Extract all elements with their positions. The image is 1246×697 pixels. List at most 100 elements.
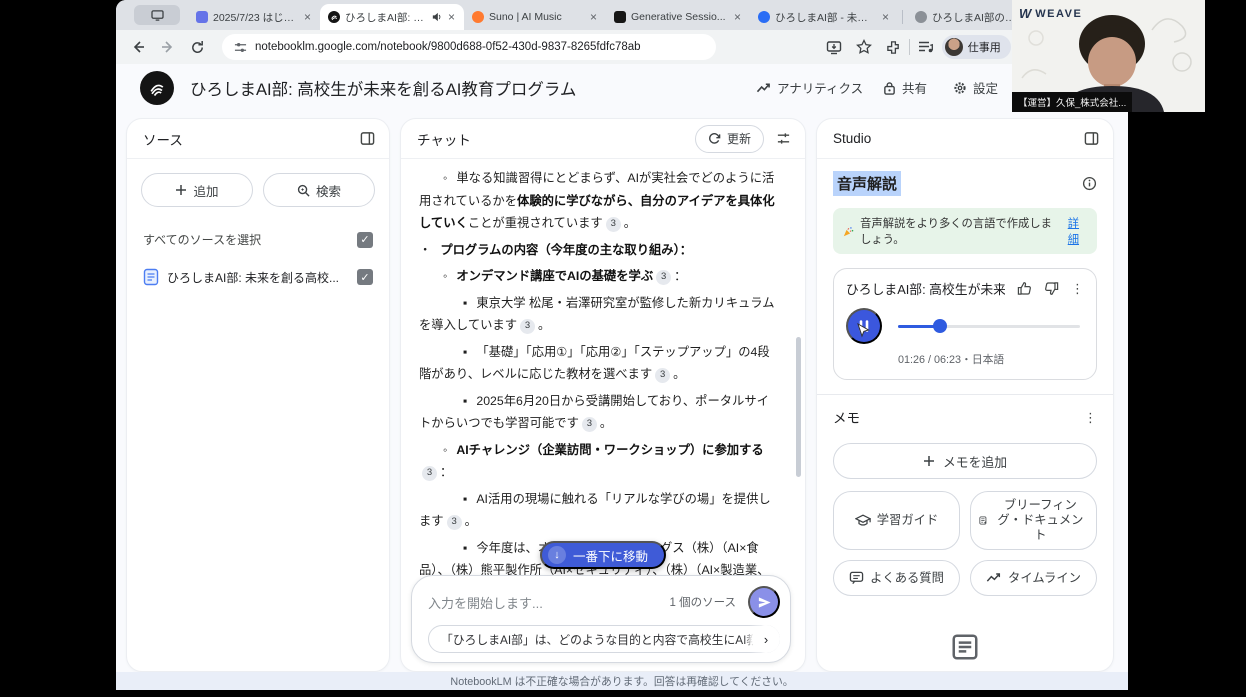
- banner-details-link[interactable]: 詳細: [1068, 215, 1087, 247]
- tab-3[interactable]: Suno | AI Music ×: [464, 4, 606, 30]
- tab-5[interactable]: ひろしまAI部 - 未来... ×: [750, 4, 898, 30]
- notes-more-options-icon[interactable]: ⋮: [1084, 411, 1097, 424]
- bullet-marker: ◦: [443, 442, 448, 457]
- briefing-doc-button[interactable]: ブリーフィング・ドキュメント: [970, 491, 1097, 550]
- save-to-device-icon[interactable]: [826, 40, 842, 55]
- select-all-checkbox[interactable]: ✓: [357, 231, 373, 248]
- discover-sources-button[interactable]: 検索: [263, 173, 375, 207]
- tab-1[interactable]: 2025/7/23 はじめて ×: [188, 4, 320, 30]
- tab-title: ひろしまAI部の紹介: [932, 11, 1019, 24]
- sources-actions: 追加 検索: [127, 159, 389, 207]
- source-checkbox[interactable]: ✓: [357, 269, 373, 285]
- chat-scrollbar[interactable]: [796, 337, 801, 477]
- tab-close-icon[interactable]: ×: [881, 11, 890, 23]
- timeline-button[interactable]: タイムライン: [970, 560, 1097, 596]
- tab-title: Suno | AI Music: [489, 11, 562, 23]
- chat-messages: ◦ 単なる知識習得にとどまらず、AIが実社会でどのように活用されているかを体験的に…: [401, 159, 805, 575]
- back-icon[interactable]: [130, 39, 146, 55]
- share-button[interactable]: 共有: [883, 78, 927, 97]
- citation-badge[interactable]: 3: [655, 367, 671, 383]
- bullet-marker: ▪: [463, 393, 468, 408]
- gear-icon: [954, 81, 966, 94]
- chat-panel-header: チャット 更新: [401, 119, 805, 159]
- reload-icon[interactable]: [190, 40, 205, 55]
- site-settings-tune-icon[interactable]: [234, 41, 247, 54]
- sources-panel: ソース 追加 検索 すべてのソースを選択 ✓ ひろしまAI部: 未来を創る高校.…: [126, 118, 390, 672]
- send-button[interactable]: [748, 586, 780, 618]
- bullet-marker: ▪: [463, 295, 468, 310]
- refresh-label: 更新: [726, 132, 751, 146]
- media-controls-icon[interactable]: [918, 40, 934, 54]
- suggested-question-chip[interactable]: 「ひろしまAI部」は、どのような目的と内容で高校生にAI教育を...: [428, 625, 780, 653]
- graduation-cap-icon: [854, 514, 871, 526]
- tab-2-active[interactable]: ひろしまAI部: 高... ×: [320, 4, 464, 30]
- collapse-panel-icon[interactable]: [1084, 131, 1099, 146]
- tab-4[interactable]: Generative Sessio... ×: [606, 4, 750, 30]
- chat-paragraph: ▪ 「基礎」「応用①」「応用②」「ステップアップ」の4段階があり、レベルに応じた教…: [419, 341, 775, 386]
- bullet-marker: ◦: [443, 171, 448, 185]
- bullet-marker: ▪: [463, 344, 468, 359]
- weave-logo-mark: W: [1019, 6, 1032, 21]
- forward-icon[interactable]: [160, 39, 176, 55]
- citation-badge[interactable]: 3: [605, 216, 621, 232]
- url-bar[interactable]: notebooklm.google.com/notebook/9800d688-…: [222, 34, 716, 60]
- audio-player-card: ひろしまAI部: 高校生が未来... ⋮ 01:26 / 06:23・日本語: [833, 268, 1097, 380]
- notebooklm-logo[interactable]: [140, 71, 174, 105]
- faq-button[interactable]: よくある質問: [833, 560, 960, 596]
- citation-badge[interactable]: 3: [656, 269, 672, 285]
- source-list-item[interactable]: ひろしまAI部: 未来を創る高校... ✓: [127, 248, 389, 286]
- notebook-title: ひろしまAI部: 高校生が未来を創るAI教育プログラム: [190, 81, 577, 99]
- thumbs-down-icon[interactable]: [1044, 281, 1059, 296]
- bookmark-star-icon[interactable]: [855, 39, 872, 55]
- chevron-right-icon[interactable]: ›: [752, 625, 780, 653]
- browser-profile-chip[interactable]: 仕事用: [941, 35, 1011, 59]
- toolbar-divider: [908, 39, 910, 55]
- chat-settings-icon[interactable]: [776, 131, 791, 146]
- audio-progress-slider[interactable]: [898, 319, 1080, 333]
- notes-empty-state: 保存したメモがここに表示されます チャット メッセージを保存して新しいメモを作成…: [833, 632, 1097, 671]
- settings-button[interactable]: 設定: [953, 78, 998, 97]
- citation-badge[interactable]: 3: [446, 514, 462, 530]
- notes-header: メモ ⋮: [833, 407, 1097, 427]
- citation-badge[interactable]: 3: [581, 416, 597, 432]
- scroll-to-bottom-button[interactable]: ↓ 一番下に移動: [539, 541, 667, 569]
- search-icon: [297, 184, 310, 197]
- citation-badge[interactable]: 3: [422, 465, 437, 481]
- monitor-icon: [150, 9, 164, 21]
- citation-badge[interactable]: 3: [520, 318, 536, 334]
- tab-6[interactable]: ひろしまAI部の紹介: [907, 4, 1027, 30]
- tab-close-icon[interactable]: ×: [589, 11, 598, 23]
- webcam-overlay: W WEAVE 【運営】久保_株式会社...: [1012, 0, 1205, 112]
- add-note-button[interactable]: メモを追加: [833, 443, 1097, 479]
- tab-audio-speaker-icon[interactable]: [432, 12, 442, 22]
- chat-text: 。: [599, 416, 613, 430]
- chat-text: 。: [623, 216, 637, 230]
- thumbs-up-icon[interactable]: [1017, 281, 1032, 296]
- study-guide-button[interactable]: 学習ガイド: [833, 491, 960, 550]
- add-source-button[interactable]: 追加: [141, 173, 253, 207]
- bullet-marker: ▪: [463, 540, 468, 555]
- tab-close-icon[interactable]: ×: [303, 11, 312, 23]
- tab-close-icon[interactable]: ×: [733, 11, 742, 23]
- chat-text: 。: [673, 367, 686, 381]
- analytics-button[interactable]: アナリティクス: [756, 78, 863, 97]
- extensions-icon[interactable]: [886, 40, 901, 55]
- browser-toolbar: notebooklm.google.com/notebook/9800d688-…: [116, 30, 1128, 64]
- share-label: 共有: [902, 82, 928, 96]
- collapse-panel-icon[interactable]: [360, 131, 375, 146]
- url-text: notebooklm.google.com/notebook/9800d688-…: [255, 41, 641, 53]
- info-icon[interactable]: [1082, 176, 1097, 191]
- playback-time-label: 01:26 / 06:23・日本語: [898, 354, 1005, 366]
- send-icon: [758, 596, 771, 608]
- progress-knob[interactable]: [932, 319, 947, 333]
- scroll-to-bottom-label: 一番下に移動: [572, 549, 649, 564]
- more-options-icon[interactable]: ⋮: [1071, 282, 1084, 295]
- pause-button[interactable]: [846, 308, 882, 344]
- chat-input[interactable]: 入力を開始します...: [428, 593, 669, 612]
- timeline-label: タイムライン: [1008, 570, 1081, 585]
- weave-logo-text: WEAVE: [1035, 7, 1083, 20]
- screen-share-tab-indicator[interactable]: [134, 5, 180, 25]
- chat-text: プログラムの内容（今年度の主な取り組み）：: [440, 242, 693, 257]
- refresh-chat-button[interactable]: 更新: [694, 124, 764, 153]
- tab-close-icon[interactable]: ×: [447, 11, 456, 23]
